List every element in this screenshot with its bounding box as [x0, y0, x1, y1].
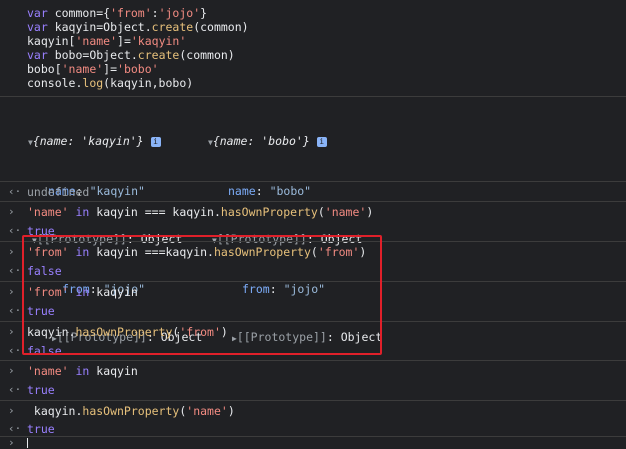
return-arrow-icon: ‹·	[8, 304, 22, 317]
result-text: true	[27, 422, 55, 436]
chevron-right-icon: ›	[8, 325, 15, 338]
console-input-row: › kaqyin.hasOwnProperty('name')	[0, 400, 626, 420]
console-result-row: ‹· true	[0, 420, 626, 436]
console-input-row: › 'name' in kaqyin === kaqyin.hasOwnProp…	[0, 201, 626, 221]
return-arrow-icon: ‹·	[8, 185, 22, 198]
console-prompt-row[interactable]: ›	[0, 436, 626, 449]
return-arrow-icon: ‹·	[8, 383, 22, 396]
highlight-box	[22, 235, 382, 355]
text-caret	[27, 438, 28, 448]
return-arrow-icon: ‹·	[8, 264, 22, 277]
object-summary[interactable]: {name: 'bobo'}	[213, 134, 310, 148]
console-result-row: ‹· true	[0, 380, 626, 400]
source-line-6: console.log(kaqyin,bobo)	[27, 76, 194, 90]
info-icon[interactable]: i	[316, 136, 327, 147]
source-line-5: bobo['name']='bobo'	[27, 62, 159, 76]
input-text: kaqyin.hasOwnProperty('name')	[27, 404, 235, 418]
return-arrow-icon: ‹·	[8, 344, 22, 357]
object-summary[interactable]: {name: 'kaqyin'}	[33, 134, 144, 148]
chevron-right-icon: ›	[8, 285, 15, 298]
source-line-2: var kaqyin=Object.create(common)	[27, 20, 249, 34]
console-result-row: ‹· undefined	[0, 181, 626, 201]
source-line-3: kaqyin['name']='kaqyin'	[27, 34, 187, 48]
console-input-row: › 'name' in kaqyin	[0, 360, 626, 380]
info-icon[interactable]: i	[150, 136, 161, 147]
input-text: 'name' in kaqyin === kaqyin.hasOwnProper…	[27, 205, 374, 219]
input-text: 'name' in kaqyin	[27, 364, 138, 378]
return-arrow-icon: ‹·	[8, 422, 22, 435]
source-line-4: var bobo=Object.create(common)	[27, 48, 235, 62]
chevron-right-icon: ›	[8, 245, 15, 258]
source-line-1: var common={'from':'jojo'}	[27, 6, 208, 20]
chevron-right-icon: ›	[8, 404, 15, 417]
chevron-right-icon: ›	[8, 436, 15, 449]
result-text: undefined	[27, 185, 90, 199]
chevron-right-icon: ›	[8, 205, 15, 218]
return-arrow-icon: ‹·	[8, 224, 22, 237]
console-log-output: ▼{name: 'kaqyin'} i name: "kaqyin" ▼[[Pr…	[0, 96, 626, 344]
chevron-right-icon: ›	[8, 364, 15, 377]
result-text: true	[27, 383, 55, 397]
